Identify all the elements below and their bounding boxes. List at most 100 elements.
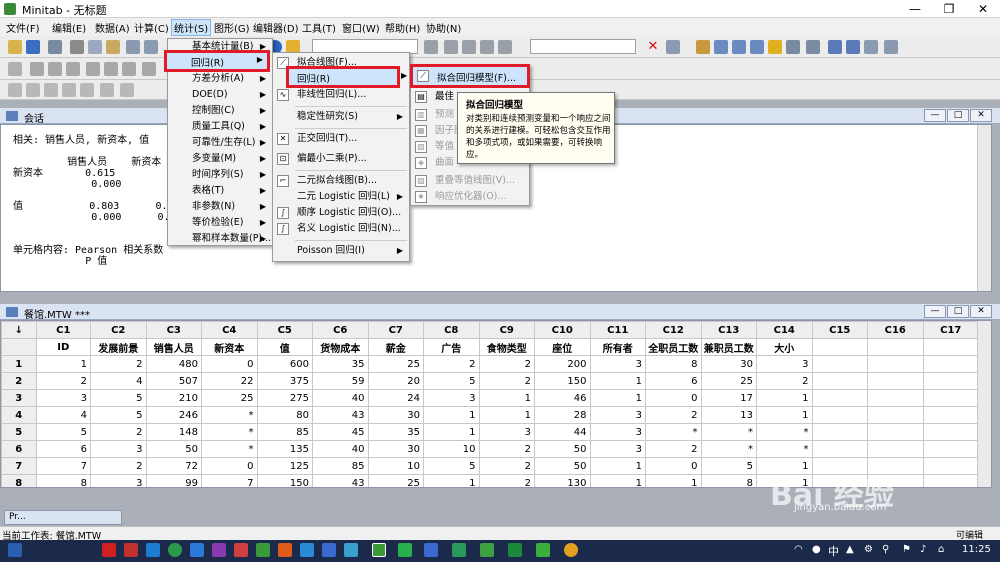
table-cell[interactable]: 2	[35, 372, 92, 390]
table-cell[interactable]: 50	[145, 440, 202, 458]
session-scrollbar[interactable]	[977, 125, 991, 291]
table-cell[interactable]: 1	[589, 372, 646, 390]
swap-icon[interactable]	[498, 40, 512, 54]
minimize-button[interactable]: —	[898, 0, 932, 18]
table-cell[interactable]: 10	[367, 457, 424, 475]
stat-menu-time-series[interactable]: 时间序列(S) ▶	[168, 167, 272, 183]
table-cell[interactable]: 20	[367, 372, 424, 390]
table-cell[interactable]	[867, 389, 924, 407]
table-cell[interactable]	[922, 423, 979, 441]
table-cell[interactable]: 5	[423, 457, 480, 475]
taskbar-app-16[interactable]	[452, 543, 466, 557]
column-name-cell[interactable]: 薪金	[367, 338, 424, 356]
table-cell[interactable]: 4	[90, 372, 147, 390]
menu-data[interactable]: 数据(A)	[95, 20, 130, 35]
column-name-cell[interactable]: 兼职员工数	[700, 338, 757, 356]
worksheet-scrollbar[interactable]	[977, 321, 991, 487]
table-cell[interactable]: 3	[90, 474, 147, 487]
column-name-cell[interactable]: 食物类型	[478, 338, 535, 356]
table-cell[interactable]: 59	[312, 372, 369, 390]
table-cell[interactable]	[811, 474, 868, 487]
taskbar-app-2[interactable]	[124, 543, 138, 557]
table-cell[interactable]: 85	[256, 423, 313, 441]
table-cell[interactable]: 2	[478, 474, 535, 487]
table-cell[interactable]	[811, 423, 868, 441]
history-icon[interactable]	[786, 40, 800, 54]
worksheet-close-button[interactable]: ✕	[970, 305, 992, 318]
table-cell[interactable]: 5	[35, 423, 92, 441]
pencil-icon[interactable]	[104, 62, 118, 76]
table-cell[interactable]: 246	[145, 406, 202, 424]
table-cell[interactable]	[922, 355, 979, 373]
window-icon[interactable]	[884, 40, 898, 54]
table-cell[interactable]: 1	[478, 389, 535, 407]
reg-menu-ordinal-logistic[interactable]: ∫ 顺序 Logistic 回归(O)...	[273, 205, 409, 221]
table-cell[interactable]: 2	[478, 372, 535, 390]
worksheet-grid[interactable]: ↓ C1 C2 C3 C4 C5 C6 C7 C8 C9 C10 C11 C12 C13 C14 C15 C16…	[1, 321, 991, 487]
paste-icon[interactable]	[106, 40, 120, 54]
column-name-cell[interactable]	[811, 338, 868, 356]
reg-menu-nominal-logistic[interactable]: ∫ 名义 Logistic 回归(N)...	[273, 221, 409, 237]
stat-menu-reliability[interactable]: 可靠性/生存(L) ▶	[168, 135, 272, 151]
taskbar-app-14[interactable]	[398, 543, 412, 557]
table-cell[interactable]: 99	[145, 474, 202, 487]
menu-edit[interactable]: 编辑(E)	[52, 20, 86, 35]
minitab-taskbar-icon[interactable]	[372, 543, 386, 557]
table-cell[interactable]: *	[700, 440, 757, 458]
reg-menu-binary-logistic[interactable]: 二元 Logistic 回归(L) ▶	[273, 189, 409, 205]
minimized-window[interactable]: Pr...	[4, 510, 122, 525]
stat-menu-nonparametric[interactable]: 非参数(N) ▶	[168, 199, 272, 215]
column-header[interactable]: C6	[312, 321, 369, 339]
table-cell[interactable]: 24	[367, 389, 424, 407]
table-cell[interactable]: *	[201, 423, 258, 441]
table-cell[interactable]: 35	[367, 423, 424, 441]
table-cell[interactable]: 30	[367, 406, 424, 424]
menu-graph[interactable]: 图形(G)	[214, 20, 250, 35]
plus-icon[interactable]	[462, 40, 476, 54]
table-cell[interactable]: 6	[35, 440, 92, 458]
table-cell[interactable]: 10	[423, 440, 480, 458]
table-cell[interactable]: *	[201, 440, 258, 458]
table-cell[interactable]: 0	[201, 355, 258, 373]
reg-menu-stability[interactable]: 稳定性研究(S) ▶	[273, 109, 409, 125]
tile-icon[interactable]	[846, 40, 860, 54]
table-cell[interactable]: 2	[645, 440, 702, 458]
table-cell[interactable]: 200	[534, 355, 591, 373]
column-header[interactable]: C15	[811, 321, 868, 339]
table-cell[interactable]: 25	[700, 372, 757, 390]
line-icon[interactable]	[80, 83, 94, 97]
column-header[interactable]: C1	[35, 321, 92, 339]
cascade-icon[interactable]	[864, 40, 878, 54]
table-cell[interactable]: 28	[534, 406, 591, 424]
taskbar-app-8[interactable]	[256, 543, 270, 557]
table-cell[interactable]	[867, 440, 924, 458]
table-cell[interactable]: 3	[478, 423, 535, 441]
taskbar-app-11[interactable]	[322, 543, 336, 557]
menu-help[interactable]: 帮助(H)	[385, 20, 420, 35]
sub-menu-overlaid-contour[interactable]: ▨ 重叠等值线图(V)...	[411, 173, 529, 189]
table-cell[interactable]: 375	[256, 372, 313, 390]
table-cell[interactable]	[811, 457, 868, 475]
start-icon[interactable]	[8, 543, 22, 557]
column-name-cell[interactable]: 全职员工数	[645, 338, 702, 356]
reg-menu-binary-fitted-line[interactable]: ⌐ 二元拟合线图(B)...	[273, 173, 409, 189]
menu-calc[interactable]: 计算(C)	[134, 20, 169, 35]
row-number[interactable]: 8	[1, 474, 37, 487]
column-name-cell[interactable]: 大小	[756, 338, 813, 356]
reg-menu-poisson[interactable]: Poisson 回归(I) ▶	[273, 243, 409, 259]
table-cell[interactable]: 3	[589, 423, 646, 441]
restore-button[interactable]: ❐	[932, 0, 966, 18]
table-cell[interactable]: 2	[90, 457, 147, 475]
table-cell[interactable]: 7	[35, 457, 92, 475]
print-icon[interactable]	[48, 40, 62, 54]
tray-icon-5[interactable]: ⚲	[882, 544, 889, 555]
table-cell[interactable]: 1	[35, 355, 92, 373]
session-maximize-button[interactable]: □	[947, 109, 969, 122]
table-cell[interactable]: 0	[645, 457, 702, 475]
table-cell[interactable]: 43	[312, 406, 369, 424]
table-cell[interactable]: 1	[423, 474, 480, 487]
column-name-cell[interactable]	[922, 338, 979, 356]
table-cell[interactable]	[867, 474, 924, 487]
fit-regression-model-highlight[interactable]: ⟋ 拟合回归模型(F)...	[410, 64, 530, 88]
reg-menu-nonlinear[interactable]: ∿ 非线性回归(L)...	[273, 87, 409, 103]
